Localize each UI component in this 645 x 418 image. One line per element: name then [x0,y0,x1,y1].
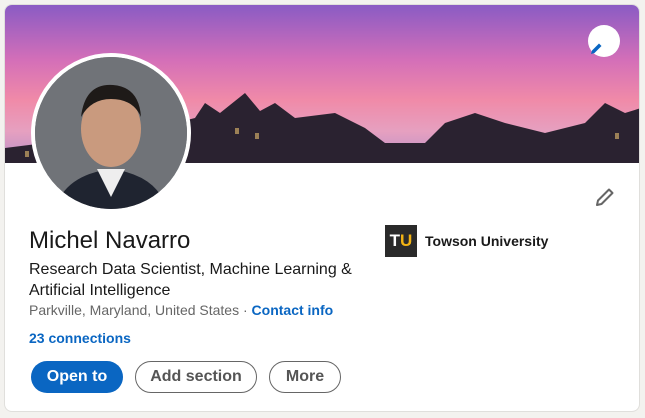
location-line: Parkville, Maryland, United States · Con… [29,302,333,318]
more-button[interactable]: More [269,361,341,393]
pencil-icon [591,43,602,54]
connections-link[interactable]: 23 connections [29,330,131,346]
edit-banner-button[interactable] [588,25,620,57]
avatar-image [35,57,187,209]
education-link[interactable]: TU Towson University [385,225,548,257]
profile-card: Michel Navarro Research Data Scientist, … [4,4,640,412]
education-name: Towson University [425,233,549,249]
contact-info-link[interactable]: Contact info [252,302,334,318]
logo-t: T [389,231,401,250]
separator: · [239,302,252,318]
profile-name: Michel Navarro [29,227,191,254]
towson-logo: TU [385,225,417,257]
edit-intro-button[interactable] [593,185,617,214]
location: Parkville, Maryland, United States [29,302,240,318]
profile-photo[interactable] [31,53,191,213]
pencil-icon [596,188,614,206]
add-section-button[interactable]: Add section [135,361,257,393]
profile-headline: Research Data Scientist, Machine Learnin… [29,261,352,299]
open-to-button[interactable]: Open to [31,361,123,393]
logo-u: U [400,231,413,250]
